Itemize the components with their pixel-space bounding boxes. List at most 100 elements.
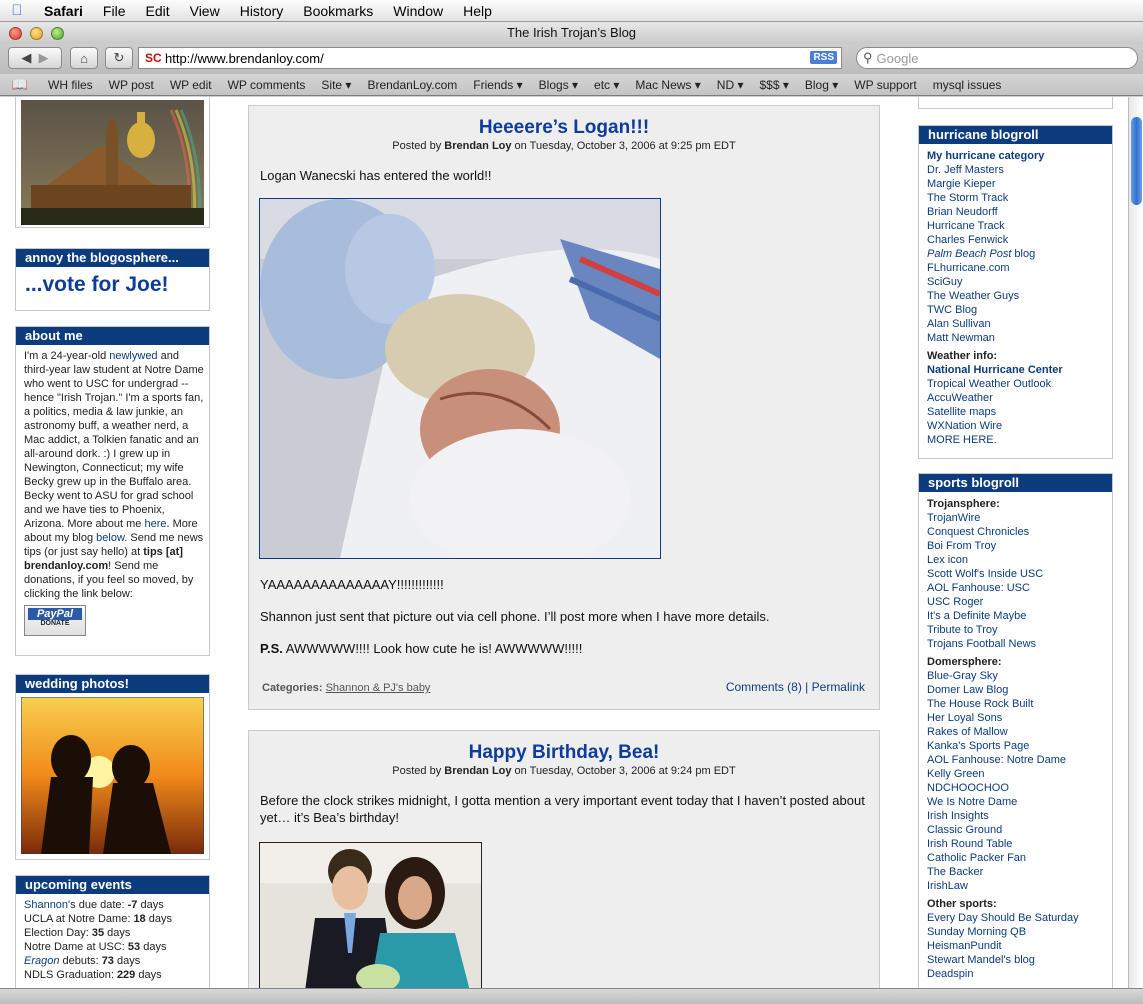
- blogroll-link[interactable]: Alan Sullivan: [927, 317, 1112, 331]
- address-text[interactable]: http://www.brendanloy.com/: [165, 51, 324, 66]
- baby-photo[interactable]: [259, 198, 661, 559]
- blogroll-link[interactable]: Brian Neudorff: [927, 205, 1112, 219]
- blogroll-link[interactable]: Catholic Packer Fan: [927, 851, 1112, 865]
- bookmark-item[interactable]: etc ▾: [586, 78, 627, 92]
- search-field[interactable]: ⚲ Google: [856, 47, 1138, 69]
- blogroll-link[interactable]: TWC Blog: [927, 303, 1112, 317]
- blogroll-link[interactable]: The Backer: [927, 865, 1112, 879]
- bookmark-item[interactable]: Mac News ▾: [627, 78, 708, 92]
- blogroll-link[interactable]: Satellite maps: [927, 405, 1112, 419]
- permalink-link[interactable]: Permalink: [812, 680, 865, 694]
- blogroll-link[interactable]: IrishLaw: [927, 879, 1112, 893]
- search-placeholder[interactable]: Google: [877, 51, 919, 66]
- post-title[interactable]: Heeeere’s Logan!!!: [249, 117, 879, 139]
- birthday-photo[interactable]: [259, 842, 482, 988]
- blogroll-link[interactable]: The Storm Track: [927, 191, 1112, 205]
- blogroll-link[interactable]: National Hurricane Center: [927, 363, 1112, 377]
- apple-icon[interactable]: : [0, 2, 34, 19]
- scrollbar-thumb[interactable]: [1131, 117, 1142, 205]
- blogroll-link[interactable]: MORE HERE.: [927, 433, 1112, 447]
- bookmark-item[interactable]: WP post: [101, 78, 162, 92]
- forward-arrow-icon[interactable]: ▶: [39, 50, 49, 66]
- blogroll-link[interactable]: Scott Wolf's Inside USC: [927, 567, 1112, 581]
- menu-edit[interactable]: Edit: [135, 3, 179, 19]
- blogroll-link[interactable]: Palm Beach Post blog: [927, 247, 1112, 261]
- event-link[interactable]: Shannon: [24, 899, 68, 911]
- below-link[interactable]: below: [96, 532, 124, 544]
- address-bar[interactable]: SC http://www.brendanloy.com/ RSS: [138, 47, 842, 69]
- bookmark-item[interactable]: Blogs ▾: [531, 78, 586, 92]
- menu-history[interactable]: History: [230, 3, 294, 19]
- bookmark-item[interactable]: WH files: [40, 78, 101, 92]
- blogroll-link[interactable]: AOL Fanhouse: USC: [927, 581, 1112, 595]
- blogroll-link[interactable]: It's a Definite Maybe: [927, 609, 1112, 623]
- bookmark-item[interactable]: BrendanLoy.com: [359, 78, 465, 92]
- blogroll-link[interactable]: NDCHOOCHOO: [927, 781, 1112, 795]
- rss-button[interactable]: RSS: [810, 51, 837, 64]
- blogroll-link[interactable]: Conquest Chronicles: [927, 525, 1112, 539]
- paypal-donate-button[interactable]: PayPal DONATE: [24, 605, 86, 636]
- bookmark-item[interactable]: mysql issues: [925, 78, 1010, 92]
- blogroll-link[interactable]: Lex icon: [927, 553, 1112, 567]
- blogroll-link[interactable]: AccuWeather: [927, 391, 1112, 405]
- blogroll-link[interactable]: Classic Ground: [927, 823, 1112, 837]
- comments-link[interactable]: Comments (8): [726, 680, 802, 694]
- blogroll-link[interactable]: Charles Fenwick: [927, 233, 1112, 247]
- blogroll-link[interactable]: The Weather Guys: [927, 289, 1112, 303]
- post-title[interactable]: Happy Birthday, Bea!: [249, 742, 879, 764]
- blogroll-link[interactable]: USC Roger: [927, 595, 1112, 609]
- blogroll-link[interactable]: Rakes of Mallow: [927, 725, 1112, 739]
- blogroll-link[interactable]: Tribute to Troy: [927, 623, 1112, 637]
- back-forward-buttons[interactable]: ◀ ▶: [8, 47, 62, 69]
- bookmark-item[interactable]: Blog ▾: [797, 78, 846, 92]
- blogroll-link[interactable]: Tropical Weather Outlook: [927, 377, 1112, 391]
- bookmarks-book-icon[interactable]: 📖: [0, 77, 40, 93]
- vertical-scrollbar[interactable]: [1128, 97, 1143, 988]
- blogroll-link[interactable]: The House Rock Built: [927, 697, 1112, 711]
- back-arrow-icon[interactable]: ◀: [21, 50, 31, 66]
- blogroll-link[interactable]: Kelly Green: [927, 767, 1112, 781]
- menu-help[interactable]: Help: [453, 3, 502, 19]
- newlywed-link[interactable]: newlywed: [109, 350, 157, 362]
- blogroll-link[interactable]: Margie Kieper: [927, 177, 1112, 191]
- blogroll-link[interactable]: Domer Law Blog: [927, 683, 1112, 697]
- event-link[interactable]: Eragon: [24, 955, 59, 967]
- blogroll-link[interactable]: Irish Round Table: [927, 837, 1112, 851]
- blogroll-link[interactable]: AOL Fanhouse: Notre Dame: [927, 753, 1112, 767]
- menu-safari[interactable]: Safari: [34, 3, 93, 19]
- bookmark-item[interactable]: WP edit: [162, 78, 220, 92]
- blogroll-link[interactable]: Trojans Football News: [927, 637, 1112, 651]
- vote-for-joe-link[interactable]: ...vote for Joe!: [16, 267, 209, 297]
- bookmark-item[interactable]: Friends ▾: [465, 78, 530, 92]
- blogroll-link[interactable]: Her Loyal Sons: [927, 711, 1112, 725]
- reload-button[interactable]: ↻: [105, 47, 133, 69]
- blogroll-link[interactable]: WXNation Wire: [927, 419, 1112, 433]
- zoom-button[interactable]: [51, 27, 64, 40]
- bookmark-item[interactable]: WP support: [846, 78, 924, 92]
- blogroll-link[interactable]: Every Day Should Be Saturday: [927, 911, 1112, 925]
- blogroll-link[interactable]: Deadspin: [927, 967, 1112, 981]
- blogroll-link[interactable]: Blue-Gray Sky: [927, 669, 1112, 683]
- bookmark-item[interactable]: ND ▾: [709, 78, 752, 92]
- blogroll-link[interactable]: Matt Newman: [927, 331, 1112, 345]
- blogroll-link[interactable]: We Is Notre Dame: [927, 795, 1112, 809]
- bookmark-item[interactable]: WP comments: [220, 78, 314, 92]
- blogroll-link[interactable]: Boi From Troy: [927, 539, 1112, 553]
- menu-window[interactable]: Window: [383, 3, 453, 19]
- menu-bookmarks[interactable]: Bookmarks: [293, 3, 383, 19]
- blogroll-link[interactable]: Hurricane Track: [927, 219, 1112, 233]
- menu-file[interactable]: File: [93, 3, 136, 19]
- blogroll-link[interactable]: My hurricane category: [927, 149, 1112, 163]
- blogroll-link[interactable]: FLhurricane.com: [927, 261, 1112, 275]
- blogroll-link[interactable]: Irish Insights: [927, 809, 1112, 823]
- here-link[interactable]: here: [144, 518, 166, 530]
- bookmark-item[interactable]: $$$ ▾: [752, 78, 797, 92]
- wedding-photo-link[interactable]: [16, 693, 209, 859]
- blogroll-link[interactable]: Stewart Mandel's blog: [927, 953, 1112, 967]
- menu-view[interactable]: View: [180, 3, 230, 19]
- blogroll-link[interactable]: SciGuy: [927, 275, 1112, 289]
- blogroll-link[interactable]: Dr. Jeff Masters: [927, 163, 1112, 177]
- category-link[interactable]: Shannon & PJ's baby: [326, 682, 431, 694]
- blogroll-link[interactable]: Kanka's Sports Page: [927, 739, 1112, 753]
- home-button[interactable]: ⌂: [70, 47, 98, 69]
